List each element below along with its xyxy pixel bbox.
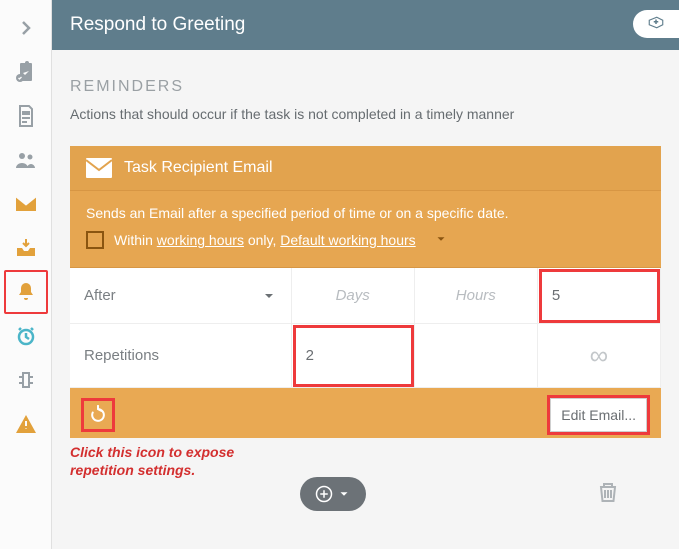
page-title: Respond to Greeting [70,14,245,36]
sidebar-item-clock[interactable] [4,314,48,358]
bottom-controls [300,477,620,511]
mail-icon [86,158,112,178]
edit-email-button[interactable]: Edit Email... [550,398,647,432]
sidebar-item-warning[interactable] [4,402,48,446]
page-header: Respond to Greeting [52,0,679,50]
sidebar-item-document[interactable] [4,94,48,138]
card-title: Task Recipient Email [124,159,273,177]
section-title: REMINDERS [70,78,661,96]
section-subtitle: Actions that should occur if the task is… [70,106,661,122]
working-hours-text: Within working hours only, Default worki… [114,232,416,248]
repetitions-label: Repetitions [70,324,292,388]
hours-input[interactable]: Hours [415,268,538,324]
add-reminder-button[interactable] [300,477,366,511]
sidebar-collapse[interactable] [4,6,48,50]
card-description-block: Sends an Email after a specified period … [70,191,661,268]
sidebar-item-clipboard[interactable] [4,50,48,94]
sidebar-item-layout[interactable] [4,358,48,402]
working-hours-checkbox[interactable] [86,231,104,249]
sidebar-item-users[interactable] [4,138,48,182]
sidebar-item-reminders[interactable] [4,270,48,314]
card-footer: Edit Email... [70,388,661,438]
chevron-down-icon [337,487,351,501]
inbox-icon [14,236,38,260]
default-hours-link[interactable]: Default working hours [280,232,415,248]
clipboard-check-icon [14,60,38,84]
expand-working-hours[interactable] [434,232,448,249]
hint-text: Click this icon to expose repetition set… [70,444,661,479]
warning-icon [14,412,38,436]
working-hours-row: Within working hours only, Default worki… [86,231,645,249]
reminder-card: Task Recipient Email Sends an Email afte… [70,146,661,438]
refresh-icon [88,405,108,425]
sidebar-item-mail[interactable] [4,182,48,226]
infinity-toggle[interactable]: ∞ [538,324,661,388]
content-area: REMINDERS Actions that should occur if t… [52,50,679,549]
minutes-input[interactable]: 5 [538,268,661,324]
delete-reminder-button[interactable] [596,479,620,510]
users-icon [14,148,38,172]
sidebar-item-inbox[interactable] [4,226,48,270]
clock-icon [14,324,38,348]
layout-icon [14,368,38,392]
card-description: Sends an Email after a specified period … [86,205,645,221]
sidebar [0,0,52,549]
after-label: After [84,287,116,304]
days-input[interactable]: Days [292,268,415,324]
card-header: Task Recipient Email [70,146,661,191]
timing-grid: After Days Hours 5 Repetitions 2 ∞ [70,268,661,388]
header-add-badge[interactable] [633,10,679,38]
repetitions-blank [415,324,538,388]
repetition-settings-button[interactable] [84,401,112,429]
document-icon [14,104,38,128]
plus-icon [315,485,333,503]
bell-icon [14,280,38,304]
trash-icon [596,479,620,505]
working-hours-link[interactable]: working hours [157,232,244,248]
chevron-down-icon [434,232,448,246]
tag-plus-icon [647,15,665,33]
chevron-down-icon [261,288,277,304]
after-dropdown[interactable]: After [70,268,292,324]
mail-icon [14,192,38,216]
repetitions-input[interactable]: 2 [292,324,415,388]
chevron-right-icon [14,16,38,40]
